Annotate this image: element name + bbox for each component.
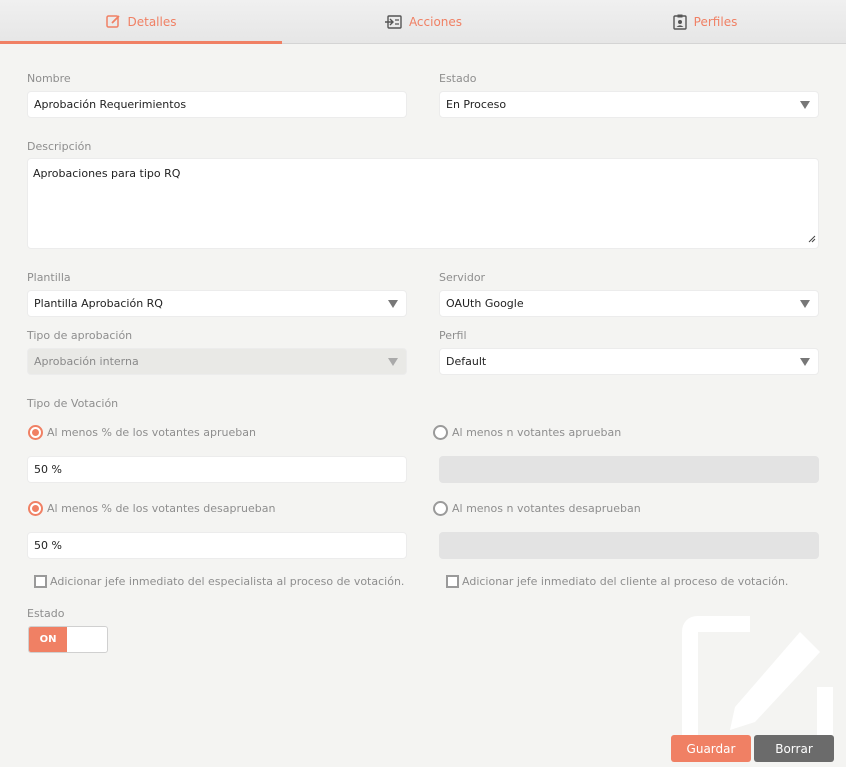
radio-button[interactable] [433,425,448,440]
radio-label: Al menos % de los votantes aprueban [47,426,256,439]
radio-button[interactable] [28,425,43,440]
nombre-label: Nombre [27,72,71,85]
estado-value: En Proceso [446,98,507,111]
radio-desaprueban-pct[interactable]: Al menos % de los votantes desaprueban [28,501,275,516]
toggle-on-label: ON [29,627,67,652]
radio-label: Al menos n votantes aprueban [452,426,622,439]
badge-icon [672,14,687,30]
estado-label: Estado [439,72,477,85]
perfil-value: Default [446,355,487,368]
tab-detalles[interactable]: Detalles [0,0,282,44]
login-icon [384,14,402,29]
desaprueban-pct-field[interactable]: 50 % [27,532,407,559]
plantilla-select[interactable]: Plantilla Aprobación RQ [27,290,407,317]
estado-toggle-label: Estado [27,607,65,620]
tipo-aprobacion-label: Tipo de aprobación [27,329,133,342]
plantilla-value: Plantilla Aprobación RQ [34,297,163,310]
checkbox-label: Adicionar jefe inmediato del especialist… [50,575,405,588]
tab-label: Detalles [127,14,177,29]
resize-handle-icon[interactable] [808,233,816,246]
desaprueban-n-field[interactable] [439,532,819,559]
servidor-label: Servidor [439,271,486,284]
save-button[interactable]: Guardar [671,735,751,762]
checkbox[interactable] [34,575,47,588]
radio-label: Al menos % de los votantes desaprueban [47,502,276,515]
tab-label: Perfiles [693,14,738,29]
checkbox-label: Adicionar jefe inmediato del cliente al … [462,575,789,588]
estado-select[interactable]: En Proceso [439,91,819,118]
tipo-aprobacion-value: Aprobación interna [34,355,139,368]
radio-button[interactable] [28,501,43,516]
chevron-down-icon [388,300,398,308]
nombre-field[interactable]: Aprobación Requerimientos [27,91,407,118]
radio-button[interactable] [433,501,448,516]
checkbox[interactable] [446,575,459,588]
radio-aprueban-pct[interactable]: Al menos % de los votantes aprueban [28,425,256,440]
radio-label: Al menos n votantes desaprueban [452,502,641,515]
aprueban-pct-value: 50 % [34,463,62,476]
chevron-down-icon [800,300,810,308]
servidor-select[interactable]: OAUth Google [439,290,819,317]
check-especialista[interactable]: Adicionar jefe inmediato del especialist… [34,575,404,588]
perfil-label: Perfil [439,329,467,342]
nombre-value: Aprobación Requerimientos [34,98,187,111]
tab-label: Acciones [408,14,463,29]
tab-perfiles[interactable]: Perfiles [564,0,846,43]
delete-button[interactable]: Borrar [754,735,834,762]
descripcion-label: Descripción [27,140,92,153]
tab-bar: Detalles Acciones Perfiles [0,0,846,44]
chevron-down-icon [800,101,810,109]
tab-acciones[interactable]: Acciones [282,0,564,43]
aprueban-n-field[interactable] [439,456,819,483]
aprueban-pct-field[interactable]: 50 % [27,456,407,483]
edit-icon [105,14,121,29]
radio-desaprueban-n[interactable]: Al menos n votantes desaprueban [433,501,641,516]
perfil-select[interactable]: Default [439,348,819,375]
chevron-down-icon [800,358,810,366]
tipo-votacion-label: Tipo de Votación [27,397,119,410]
check-cliente[interactable]: Adicionar jefe inmediato del cliente al … [446,575,788,588]
estado-toggle[interactable]: ON [28,626,108,653]
desaprueban-pct-value: 50 % [34,539,62,552]
tipo-aprobacion-select: Aprobación interna [27,348,407,375]
radio-aprueban-n[interactable]: Al menos n votantes aprueban [433,425,621,440]
descripcion-textarea[interactable]: Aprobaciones para tipo RQ [27,158,819,249]
descripcion-value: Aprobaciones para tipo RQ [33,167,181,180]
servidor-value: OAUth Google [446,297,524,310]
plantilla-label: Plantilla [27,271,71,284]
chevron-down-icon [388,358,398,366]
